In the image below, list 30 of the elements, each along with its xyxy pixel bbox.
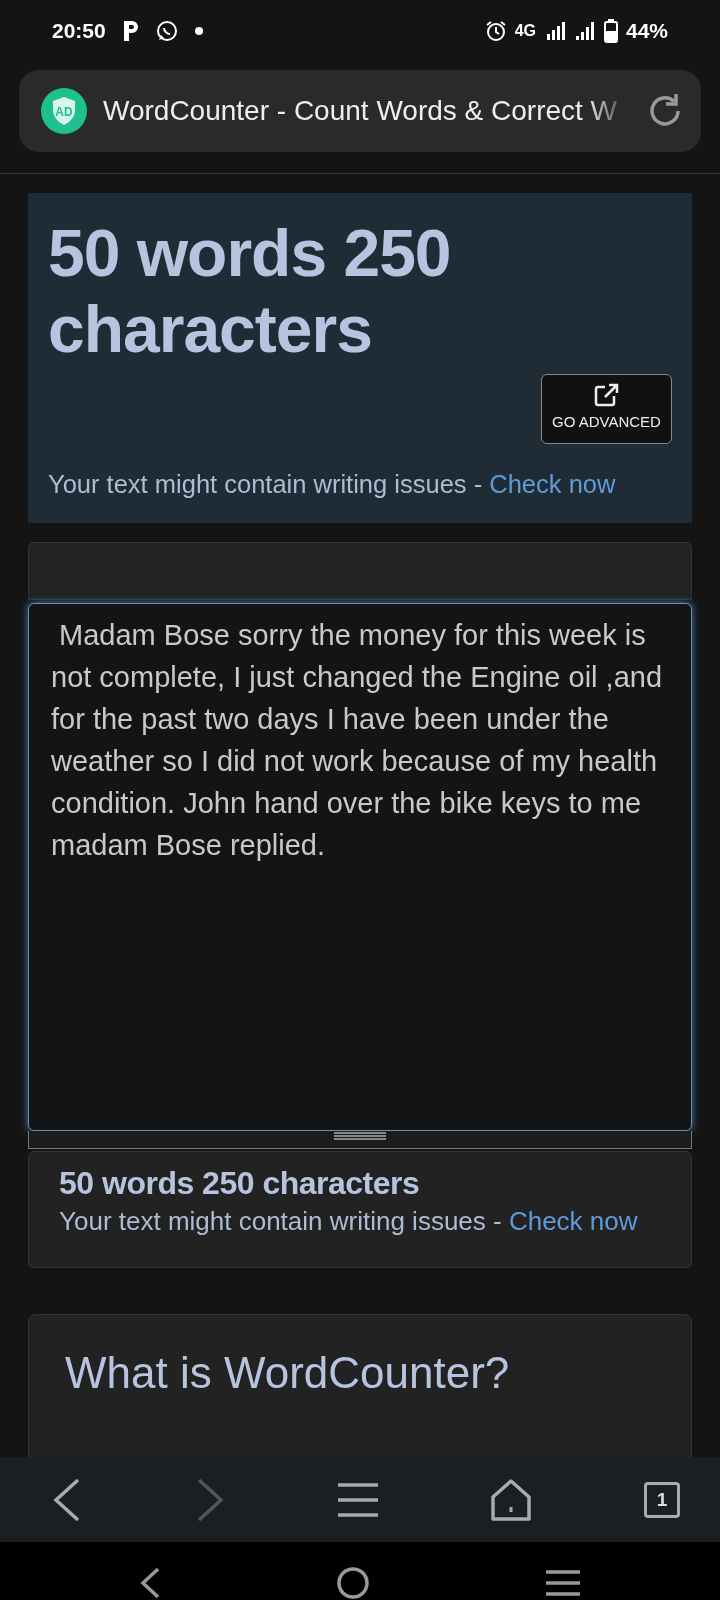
address-bar[interactable]: AD WordCounter - Count Words & Correct W [19, 70, 701, 152]
issues-notice: Your text might contain writing issues - Check now [48, 468, 617, 500]
back-icon[interactable] [52, 1477, 82, 1522]
check-now-link[interactable]: Check now [489, 469, 616, 498]
network-text: 4G [514, 21, 536, 41]
section-heading: What is WordCounter? [65, 1347, 511, 1399]
word-count-text: 50 words 250 characters [59, 1164, 421, 1203]
menu-icon[interactable] [338, 1481, 378, 1518]
chat-icon [155, 20, 178, 42]
issues-notice: Your text might contain writing issues - Check now [59, 1205, 639, 1239]
badge-text: AD [55, 105, 73, 119]
text-input[interactable]: Madam Bose sorry the money for this week is not complete, I just changed the Engine oil ,and for the past two days I have been under the weather so I did not work because of my health condition. John hand over the bike keys to me madam Bose replied. [28, 603, 692, 1131]
page-title: WordCounter - Count Words & Correct W [103, 94, 618, 128]
advanced-button[interactable]: GO ADVANCED [541, 374, 672, 444]
alarm-icon [484, 20, 507, 42]
word-count-heading: 50 words 250 characters [48, 215, 452, 367]
check-now-link[interactable]: Check now [508, 1206, 638, 1237]
home-icon[interactable] [491, 1478, 531, 1521]
back-icon[interactable] [140, 1567, 160, 1599]
signal-icon [573, 20, 596, 42]
home-icon[interactable] [336, 1566, 370, 1600]
parking-icon [121, 20, 140, 42]
battery-icon [603, 19, 618, 43]
recent-apps-icon[interactable] [546, 1569, 580, 1597]
external-link-icon [593, 383, 620, 407]
dot-icon [193, 26, 204, 36]
clock-text: 20:50 [52, 18, 106, 45]
tab-count-button[interactable]: 1 [644, 1481, 680, 1518]
battery-text: 44% [625, 18, 668, 45]
resize-handle[interactable] [28, 1131, 692, 1149]
